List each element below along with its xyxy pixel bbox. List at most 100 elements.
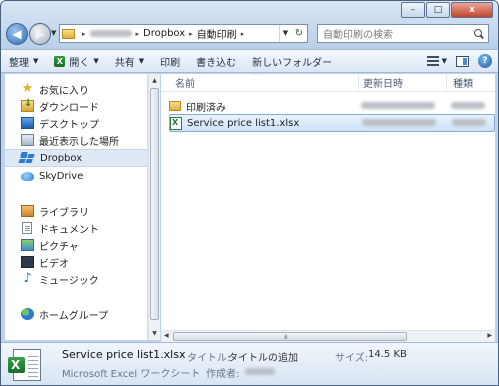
sidebar-item-pictures[interactable]: ピクチャ (5, 236, 147, 254)
sidebar-item-label: お気に入り (39, 85, 89, 97)
burn-button[interactable]: 書き込む (188, 50, 244, 72)
video-icon (21, 256, 34, 268)
scroll-down-arrow[interactable]: ▼ (149, 330, 160, 337)
share-label: 共有 (114, 57, 135, 69)
recent-pages-dropdown[interactable]: ▼ (51, 29, 56, 37)
breadcrumb-dropbox[interactable]: Dropbox (143, 28, 185, 39)
breadcrumb-separator[interactable]: ▸ (189, 30, 193, 38)
scroll-up-arrow[interactable]: ▲ (149, 77, 160, 84)
download-folder-icon (21, 98, 34, 112)
navigation-pane: ★ お気に入り ダウンロード デスクトップ 最近表示した場所 Dropbox S… (5, 74, 148, 340)
sidebar-item-label: Dropbox (40, 152, 83, 164)
maximize-button[interactable]: □ (426, 2, 450, 18)
sort-ascending-icon: ^ (253, 74, 260, 80)
open-label: 開く (69, 57, 90, 69)
column-label: 種類 (453, 79, 473, 90)
details-title-label: タイトル: (187, 353, 231, 364)
caption-buttons: – □ x (401, 2, 493, 18)
navigation-pane-scrollbar[interactable]: ▲ ▼ (148, 74, 160, 340)
command-bar: 整理 ▼ X 開く ▼ 共有 ▼ 印刷 書き込む 新しいフォルダー ▼ ? (1, 49, 498, 73)
sidebar-item-label: ライブラリ (39, 207, 89, 219)
sidebar-item-label: ミュージック (39, 275, 99, 287)
search-icon[interactable] (474, 28, 484, 39)
sidebar-item-documents[interactable]: ドキュメント (5, 219, 147, 237)
scroll-left-arrow[interactable]: ◀ (164, 332, 169, 339)
blurred-type-cell (447, 101, 487, 112)
sidebar-item-music[interactable]: ♪ ミュージック (5, 270, 147, 288)
sidebar-item-recent-places[interactable]: 最近表示した場所 (5, 131, 147, 149)
folder-icon (62, 28, 75, 39)
file-name-cell: 印刷済み (169, 99, 359, 114)
forward-button[interactable]: ▶ (29, 23, 51, 45)
star-icon: ★ (21, 81, 34, 96)
scrollbar-thumb[interactable] (150, 88, 159, 320)
new-folder-button[interactable]: 新しいフォルダー (244, 50, 340, 72)
refresh-icon[interactable]: ↻ (291, 25, 307, 42)
sidebar-item-desktop[interactable]: デスクトップ (5, 114, 147, 132)
back-button[interactable]: ◀ (6, 23, 28, 45)
scroll-right-arrow[interactable]: ▶ (487, 332, 492, 339)
blurred-type-cell (448, 118, 488, 129)
sidebar-item-label: SkyDrive (39, 170, 84, 182)
file-list-horizontal-scrollbar[interactable]: ◀ ⁞⁞⁞ ▶ (161, 330, 495, 342)
share-button[interactable]: 共有 ▼ (107, 50, 152, 72)
address-bar[interactable]: ▸ ▸ Dropbox ▸ 自動印刷 ▸ ▼ ↻ (59, 24, 308, 43)
minimize-button[interactable]: – (401, 2, 425, 18)
sidebar-item-label: デスクトップ (39, 119, 99, 131)
close-button[interactable]: x (451, 2, 493, 18)
details-title-value[interactable]: タイトルの追加 (228, 349, 298, 364)
desktop-icon (21, 117, 34, 129)
breadcrumb-separator[interactable]: ▸ (136, 30, 140, 38)
scrollbar-thumb[interactable]: ⁞⁞⁞ (173, 332, 407, 341)
library-icon (21, 205, 34, 217)
details-size-label: サイズ: (335, 353, 369, 364)
file-name: 印刷済み (186, 102, 226, 114)
details-file-name: Service price list1.xlsx (62, 348, 186, 361)
file-name: Service price list1.xlsx (187, 117, 300, 129)
chevron-down-icon: ▼ (93, 57, 99, 65)
sidebar-item-label: ピクチャ (39, 241, 79, 253)
sidebar-item-skydrive[interactable]: SkyDrive (5, 167, 147, 185)
help-icon[interactable]: ? (478, 54, 492, 68)
sidebar-item-favorites[interactable]: ★ お気に入り (5, 80, 147, 98)
sidebar-item-label: ホームグループ (39, 310, 109, 322)
column-header-date[interactable]: 更新日時 (359, 74, 447, 91)
preview-pane-icon[interactable] (456, 55, 469, 67)
sidebar-item-dropbox[interactable]: Dropbox (5, 149, 147, 167)
breadcrumb-current-folder[interactable]: 自動印刷 (197, 26, 237, 41)
column-header-type[interactable]: 種類 (447, 74, 495, 91)
chevron-down-icon: ▼ (33, 57, 39, 65)
breadcrumb-separator[interactable]: ▸ (241, 30, 245, 38)
list-item-selected[interactable]: Service price list1.xlsx (169, 114, 495, 132)
chevron-down-icon[interactable]: ▼ (442, 57, 447, 65)
search-input[interactable]: 自動印刷の検索 (317, 24, 489, 43)
sidebar-item-libraries[interactable]: ライブラリ (5, 202, 147, 220)
picture-icon (21, 239, 34, 251)
sidebar-item-homegroup[interactable]: ホームグループ (5, 305, 147, 323)
blurred-user-crumb[interactable] (89, 30, 132, 37)
details-author-label: 作成者: (206, 369, 240, 380)
cloud-icon (21, 171, 34, 181)
view-options-icon[interactable] (426, 56, 439, 66)
list-item[interactable]: 印刷済み (169, 97, 495, 115)
column-header-name[interactable]: 名前 ^ (161, 74, 359, 91)
sidebar-item-downloads[interactable]: ダウンロード (5, 97, 147, 115)
print-button[interactable]: 印刷 (152, 50, 188, 72)
details-pane: Service price list1.xlsx Microsoft Excel… (1, 342, 498, 385)
details-author-value-blurred[interactable] (245, 367, 275, 378)
search-placeholder: 自動印刷の検索 (323, 30, 393, 41)
open-button[interactable]: X 開く ▼ (46, 50, 106, 72)
column-label: 更新日時 (363, 79, 403, 90)
organize-label: 整理 (9, 57, 29, 69)
organize-button[interactable]: 整理 ▼ (1, 50, 46, 72)
sidebar-item-label: ドキュメント (39, 224, 99, 236)
address-dropdown-button[interactable]: ▼ (279, 25, 291, 42)
breadcrumb-separator[interactable]: ▸ (82, 30, 86, 38)
blurred-date-cell (359, 101, 447, 112)
grip-icon: ⁞⁞⁞ (284, 334, 288, 341)
details-size-value: 14.5 KB (368, 349, 407, 360)
address-controls: ▼ ↻ (279, 25, 307, 42)
blurred-date-cell (360, 118, 448, 129)
column-header-row: 名前 ^ 更新日時 種類 (161, 74, 495, 92)
sidebar-item-videos[interactable]: ビデオ (5, 253, 147, 271)
